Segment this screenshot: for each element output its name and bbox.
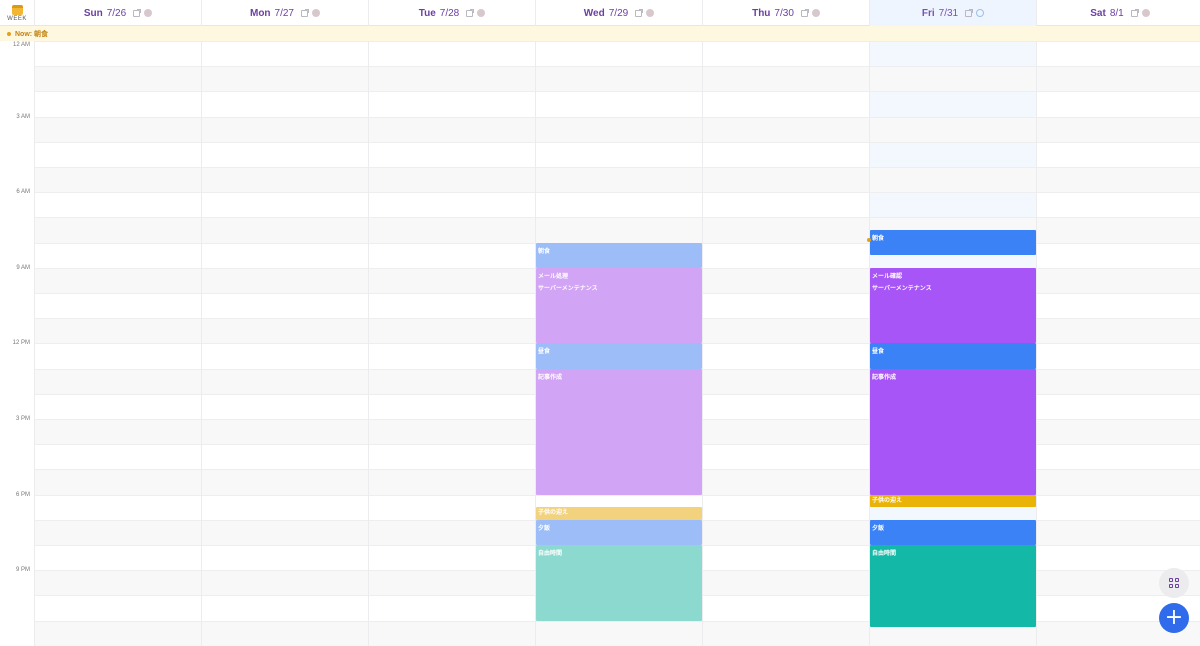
column-divider <box>368 41 369 646</box>
day-name: Thu <box>752 7 771 19</box>
event-title: サーバーメンテナンス <box>872 285 932 292</box>
day-header-sun[interactable]: Sun 7/26 <box>34 0 201 26</box>
event-title: 子供の迎え <box>872 497 903 504</box>
time-label: 6 PM <box>15 491 30 498</box>
calendar-event[interactable]: 記事作成 <box>870 368 1036 495</box>
column-divider <box>1036 41 1037 646</box>
event-title: 自由時間 <box>538 551 563 557</box>
status-dot-icon[interactable] <box>477 9 486 17</box>
day-date: 8/1 <box>1109 7 1124 19</box>
day-header-thu[interactable]: Thu 7/30 <box>702 0 869 26</box>
event-title: メール処理 <box>538 273 569 280</box>
event-title: 朝食 <box>872 236 885 242</box>
day-date: 7/27 <box>274 7 294 19</box>
calendar-event[interactable]: 昼食 <box>870 343 1036 369</box>
edit-icon[interactable] <box>466 8 475 17</box>
day-name: Sat <box>1090 7 1106 19</box>
day-date: 7/29 <box>608 7 629 19</box>
calendar-event[interactable]: メール確認サーバーメンテナンス <box>870 267 1036 344</box>
calendar-event[interactable]: 朝食 <box>870 230 1036 256</box>
calendar-event[interactable]: 子供の迎え <box>536 507 702 520</box>
time-label: 3 AM <box>16 113 30 120</box>
day-date: 7/31 <box>938 7 959 19</box>
day-header-tue[interactable]: Tue 7/28 <box>368 0 535 26</box>
day-header-mon[interactable]: Mon 7/27 <box>201 0 368 26</box>
status-dot-icon[interactable] <box>646 9 655 17</box>
hour-slot[interactable] <box>34 41 1200 66</box>
view-label: WEEK <box>7 15 27 22</box>
day-name: Fri <box>921 7 935 19</box>
day-name: Sun <box>83 7 103 19</box>
event-title: 夕飯 <box>538 525 551 532</box>
day-date: 7/30 <box>774 7 794 19</box>
edit-icon[interactable] <box>635 8 644 17</box>
calendar-event[interactable]: メール処理サーバーメンテナンス <box>536 267 702 344</box>
day-date: 7/26 <box>106 7 127 19</box>
grid-view-button[interactable] <box>1159 568 1189 598</box>
status-dot-icon[interactable] <box>811 9 820 17</box>
day-header-wed[interactable]: Wed 7/29 <box>535 0 702 26</box>
grid-icon <box>1169 578 1179 588</box>
calendar-icon <box>11 4 23 15</box>
time-label: 9 PM <box>15 567 30 574</box>
calendar-event[interactable]: 子供の迎え <box>870 494 1036 508</box>
edit-icon[interactable] <box>965 8 974 17</box>
status-dot-icon[interactable] <box>976 9 985 17</box>
day-name: Mon <box>249 7 271 19</box>
event-title: 昼食 <box>538 349 551 356</box>
event-title: 子供の迎え <box>538 510 569 517</box>
week-grid[interactable]: 12 AM 3 AM 6 AM 9 AM 12 PM 3 PM 6 PM 9 PM 朝食メール処… <box>0 41 1200 646</box>
status-dot-icon[interactable] <box>1141 9 1150 17</box>
calendar-event[interactable]: 記事作成 <box>536 368 702 495</box>
column-divider <box>201 41 202 646</box>
status-dot-icon[interactable] <box>312 9 320 17</box>
column-divider <box>702 41 703 646</box>
day-header-fri[interactable]: Fri 7/31 <box>869 0 1036 26</box>
time-label: 12 PM <box>12 340 30 347</box>
event-title: 夕飯 <box>872 525 885 532</box>
hour-slot[interactable] <box>34 66 1200 92</box>
event-title: 昼食 <box>872 349 885 356</box>
now-dot-icon <box>7 31 11 36</box>
add-event-button[interactable]: + <box>1159 603 1189 633</box>
calendar-event[interactable]: 夕飯 <box>870 519 1036 545</box>
event-title: 自由時間 <box>872 551 897 557</box>
calendar-app: WEEK Sun 7/26 Mon 7/27 Tue 7/28 Wed 7/29 Thu 7/30… <box>0 0 1200 646</box>
calendar-event[interactable]: 自由時間 <box>870 545 1036 627</box>
hour-slot[interactable] <box>34 116 1200 142</box>
calendar-event[interactable]: 自由時間 <box>536 545 702 621</box>
calendar-event[interactable]: 昼食 <box>536 343 702 369</box>
event-title: サーバーメンテナンス <box>538 285 598 292</box>
day-date: 7/28 <box>439 7 460 19</box>
status-dot-icon[interactable] <box>144 9 153 17</box>
event-title: メール確認 <box>872 273 903 280</box>
time-label: 6 AM <box>16 189 30 196</box>
now-banner-text: Now: 朝食 <box>15 30 49 38</box>
now-banner[interactable]: Now: 朝食 <box>0 26 1200 41</box>
calendar-event[interactable]: 夕飯 <box>536 519 702 545</box>
week-view-toggle[interactable]: WEEK <box>0 0 34 26</box>
column-divider <box>34 41 35 646</box>
calendar-event[interactable]: 朝食 <box>536 242 702 268</box>
hour-slot[interactable] <box>34 167 1200 193</box>
event-title: 記事作成 <box>872 374 897 381</box>
week-header: WEEK Sun 7/26 Mon 7/27 Tue 7/28 Wed 7/29 Thu 7/30… <box>0 0 1200 26</box>
time-label: 12 AM <box>12 42 30 48</box>
time-label: 3 PM <box>15 416 30 422</box>
edit-icon[interactable] <box>133 8 142 17</box>
hour-slot[interactable] <box>34 192 1200 217</box>
day-name: Tue <box>418 7 436 19</box>
edit-icon[interactable] <box>1130 8 1139 17</box>
edit-icon[interactable] <box>301 8 309 17</box>
hour-slot[interactable] <box>34 141 1200 167</box>
hour-slot[interactable] <box>34 91 1200 116</box>
time-label: 9 AM <box>16 264 30 271</box>
edit-icon[interactable] <box>800 8 809 17</box>
day-name: Wed <box>583 7 605 19</box>
event-title: 朝食 <box>538 248 551 255</box>
event-title: 記事作成 <box>538 374 563 381</box>
day-header-sat[interactable]: Sat 8/1 <box>1036 0 1200 26</box>
